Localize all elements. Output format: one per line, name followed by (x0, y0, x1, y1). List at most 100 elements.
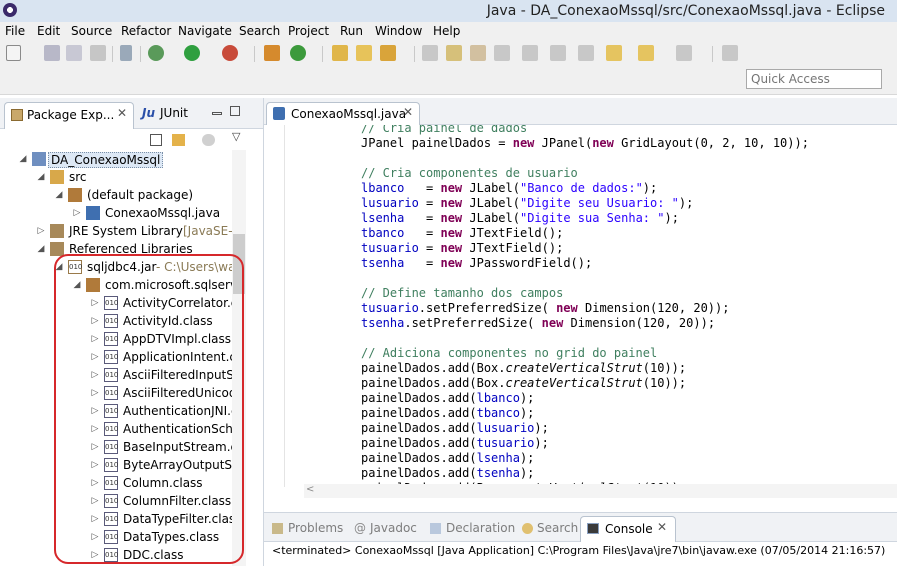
tree-item[interactable]: ▷ 010 AppDTVImpl.class (0, 330, 246, 348)
tab-console[interactable]: Console ✕ (580, 516, 676, 542)
collapsed-twisty-icon[interactable]: ▷ (90, 369, 100, 381)
expanded-twisty-icon[interactable]: ◢ (36, 243, 46, 255)
tab-problems[interactable]: Problems (288, 521, 343, 535)
expanded-twisty-icon[interactable]: ◢ (36, 171, 46, 183)
collapsed-twisty-icon[interactable]: ▷ (90, 441, 100, 453)
expanded-twisty-icon[interactable]: ◢ (54, 189, 64, 201)
menu-navigate[interactable]: Navigate (178, 24, 232, 38)
tab-declaration[interactable]: Declaration (446, 521, 515, 535)
tab-javadoc[interactable]: Javadoc (370, 521, 417, 535)
debug-icon[interactable] (148, 45, 164, 61)
highlight-icon[interactable] (446, 45, 462, 61)
tree-item[interactable]: ▷ 010 AsciiFilteredUnicod (0, 384, 246, 402)
pin-icon[interactable] (470, 45, 486, 61)
menu-search[interactable]: Search (239, 24, 280, 38)
back-history-icon[interactable] (578, 45, 594, 61)
tree-item[interactable]: ▷ 010 Column.class (0, 474, 246, 492)
tree-item[interactable]: ▷ 010 DataTypes.class (0, 528, 246, 546)
save-icon[interactable] (44, 45, 60, 61)
collapse-all-icon[interactable] (150, 134, 162, 146)
tree-item[interactable]: ◢ 010 sqljdbc4.jar - C:\Users\war (0, 258, 246, 276)
tree-item[interactable]: ◢ Referenced Libraries (0, 240, 246, 258)
tree-item[interactable]: ▷ 010 ByteArrayOutputStr (0, 456, 246, 474)
tree-item[interactable]: ▷ 010 AuthenticationSche (0, 420, 246, 438)
menu-source[interactable]: Source (71, 24, 112, 38)
tree-item[interactable]: ▷ 010 AsciiFilteredInputSt (0, 366, 246, 384)
link-with-editor-icon[interactable] (172, 134, 185, 146)
menu-edit[interactable]: Edit (37, 24, 60, 38)
tree-item[interactable]: ▷ 010 AuthenticationJNI.c (0, 402, 246, 420)
collapsed-twisty-icon[interactable]: ▷ (90, 531, 100, 543)
collapsed-twisty-icon[interactable]: ▷ (90, 459, 100, 471)
forward-arrow-icon[interactable] (676, 45, 692, 61)
menu-help[interactable]: Help (433, 24, 460, 38)
editor-tab[interactable]: ConexaoMssql.java ✕ (266, 102, 420, 125)
collapsed-twisty-icon[interactable]: ▷ (90, 423, 100, 435)
collapsed-twisty-icon[interactable]: ▷ (90, 297, 100, 309)
back-arrow-icon[interactable] (638, 45, 654, 61)
tree-item[interactable]: ▷ 010 ApplicationIntent.c (0, 348, 246, 366)
collapsed-twisty-icon[interactable]: ▷ (90, 477, 100, 489)
tree-item[interactable]: ◢ src (0, 168, 246, 186)
close-icon[interactable]: ✕ (657, 520, 667, 534)
scroll-left-icon[interactable]: < (306, 484, 314, 495)
tab-package-explorer[interactable]: Package Exp... ✕ (4, 102, 134, 129)
new-icon[interactable] (6, 45, 21, 61)
close-icon[interactable]: ✕ (117, 106, 127, 120)
menu-run[interactable]: Run (340, 24, 363, 38)
open-type-icon[interactable] (332, 45, 348, 61)
expanded-twisty-icon[interactable]: ◢ (72, 279, 82, 291)
collapsed-twisty-icon[interactable]: ▷ (90, 513, 100, 525)
last-edit-icon[interactable] (550, 45, 566, 61)
tree-item[interactable]: ▷ 010 BaseInputStream.cl (0, 438, 246, 456)
tree-item[interactable]: ▷ 010 DataTypeFilter.class (0, 510, 246, 528)
menu-file[interactable]: File (5, 24, 25, 38)
minimize-icon[interactable] (212, 112, 222, 115)
tab-junit-label[interactable]: JUnit (160, 106, 188, 120)
editor-horizontal-scrollbar[interactable]: < (304, 484, 897, 498)
collapsed-twisty-icon[interactable]: ▷ (90, 549, 100, 561)
skip-breakpoints-icon[interactable] (120, 45, 132, 61)
collapsed-twisty-icon[interactable]: ▷ (90, 315, 100, 327)
collapsed-twisty-icon[interactable]: ▷ (90, 333, 100, 345)
quick-access-input[interactable] (746, 69, 882, 89)
next-annotation-icon[interactable] (494, 45, 510, 61)
toggle-mark-icon[interactable] (422, 45, 438, 61)
collapsed-twisty-icon[interactable]: ▷ (36, 225, 46, 237)
close-icon[interactable]: ✕ (403, 105, 413, 119)
yellow-arrow-icon[interactable] (606, 45, 622, 61)
print-icon[interactable] (90, 45, 106, 61)
prev-annotation-icon[interactable] (522, 45, 538, 61)
open-folder-icon[interactable] (356, 45, 372, 61)
new-class-icon[interactable] (290, 45, 306, 61)
tree-item[interactable]: ▷ ConexaoMssql.java (0, 204, 246, 222)
collapsed-twisty-icon[interactable]: ▷ (90, 351, 100, 363)
new-java-project-icon[interactable] (264, 45, 280, 61)
save-all-icon[interactable] (66, 45, 82, 61)
tab-search[interactable]: Search (537, 521, 578, 535)
expanded-twisty-icon[interactable]: ◢ (54, 261, 64, 273)
tree-item[interactable]: ▷ 010 ActivityCorrelator.c (0, 294, 246, 312)
collapsed-twisty-icon[interactable]: ▷ (90, 387, 100, 399)
menu-window[interactable]: Window (375, 24, 422, 38)
external-tools-icon[interactable] (222, 45, 238, 61)
run-icon[interactable] (184, 45, 200, 61)
collapsed-twisty-icon[interactable]: ▷ (72, 207, 82, 219)
expanded-twisty-icon[interactable]: ◢ (18, 153, 28, 165)
collapsed-twisty-icon[interactable]: ▷ (90, 405, 100, 417)
search-icon[interactable] (380, 45, 396, 61)
menu-refactor[interactable]: Refactor (121, 24, 171, 38)
tree-item[interactable]: ▷ 010 ColumnFilter.class (0, 492, 246, 510)
perspective-icon[interactable] (722, 45, 738, 61)
tree-scrollbar[interactable] (232, 150, 246, 566)
tree-item[interactable]: ◢ com.microsoft.sqlserve (0, 276, 246, 294)
collapsed-twisty-icon[interactable]: ▷ (90, 495, 100, 507)
code-area[interactable]: // Cria painel de dados JPanel painelDado… (264, 125, 897, 487)
tree-item[interactable]: ▷ 010 ActivityId.class (0, 312, 246, 330)
tree-scrollbar-thumb[interactable] (233, 234, 245, 294)
tree-item[interactable]: ◢ DA_ConexaoMssql (0, 150, 246, 168)
tree-item[interactable]: ▷ JRE System Library [JavaSE-1.7 (0, 222, 246, 240)
maximize-icon[interactable] (230, 106, 240, 116)
tree-item[interactable]: ▷ 010 DDC.class (0, 546, 246, 564)
filter-icon[interactable] (202, 134, 215, 146)
